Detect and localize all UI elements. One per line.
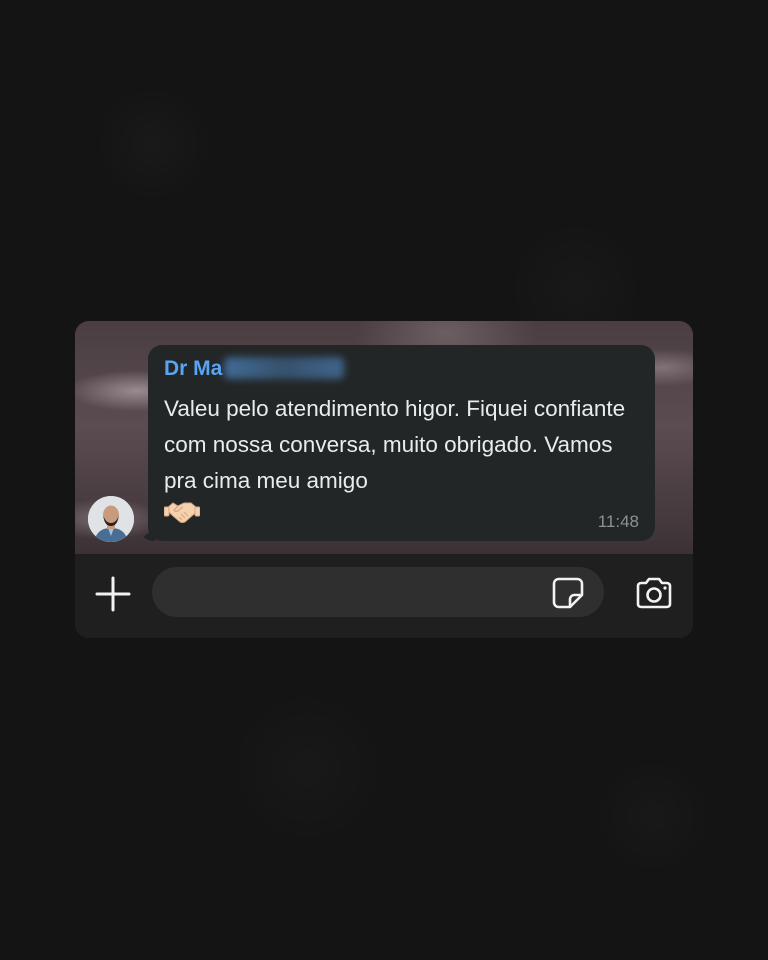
sender-name[interactable]: Dr Ma [164,357,345,381]
message-input[interactable] [152,567,604,617]
message-text: Valeu pelo atendimento higor. Fiquei con… [164,396,626,493]
sender-name-visible: Dr Ma [164,357,223,380]
sticker-icon[interactable] [551,576,585,610]
composer-bar [75,554,693,638]
avatar[interactable] [88,496,134,542]
plus-icon[interactable] [93,574,133,614]
message-bubble[interactable]: Dr Ma Valeu pelo atendimento higor. Fiqu… [148,345,655,541]
chat-wallpaper: Dr Ma Valeu pelo atendimento higor. Fiqu… [75,321,693,554]
camera-icon[interactable] [633,574,675,614]
avatar-photo [88,496,134,542]
message-timestamp: 11:48 [597,512,639,531]
handshake-emoji [164,502,200,523]
chat-screenshot-card: Dr Ma Valeu pelo atendimento higor. Fiqu… [75,321,693,638]
sender-name-redacted [224,357,345,379]
page-background: Dr Ma Valeu pelo atendimento higor. Fiqu… [0,0,768,960]
